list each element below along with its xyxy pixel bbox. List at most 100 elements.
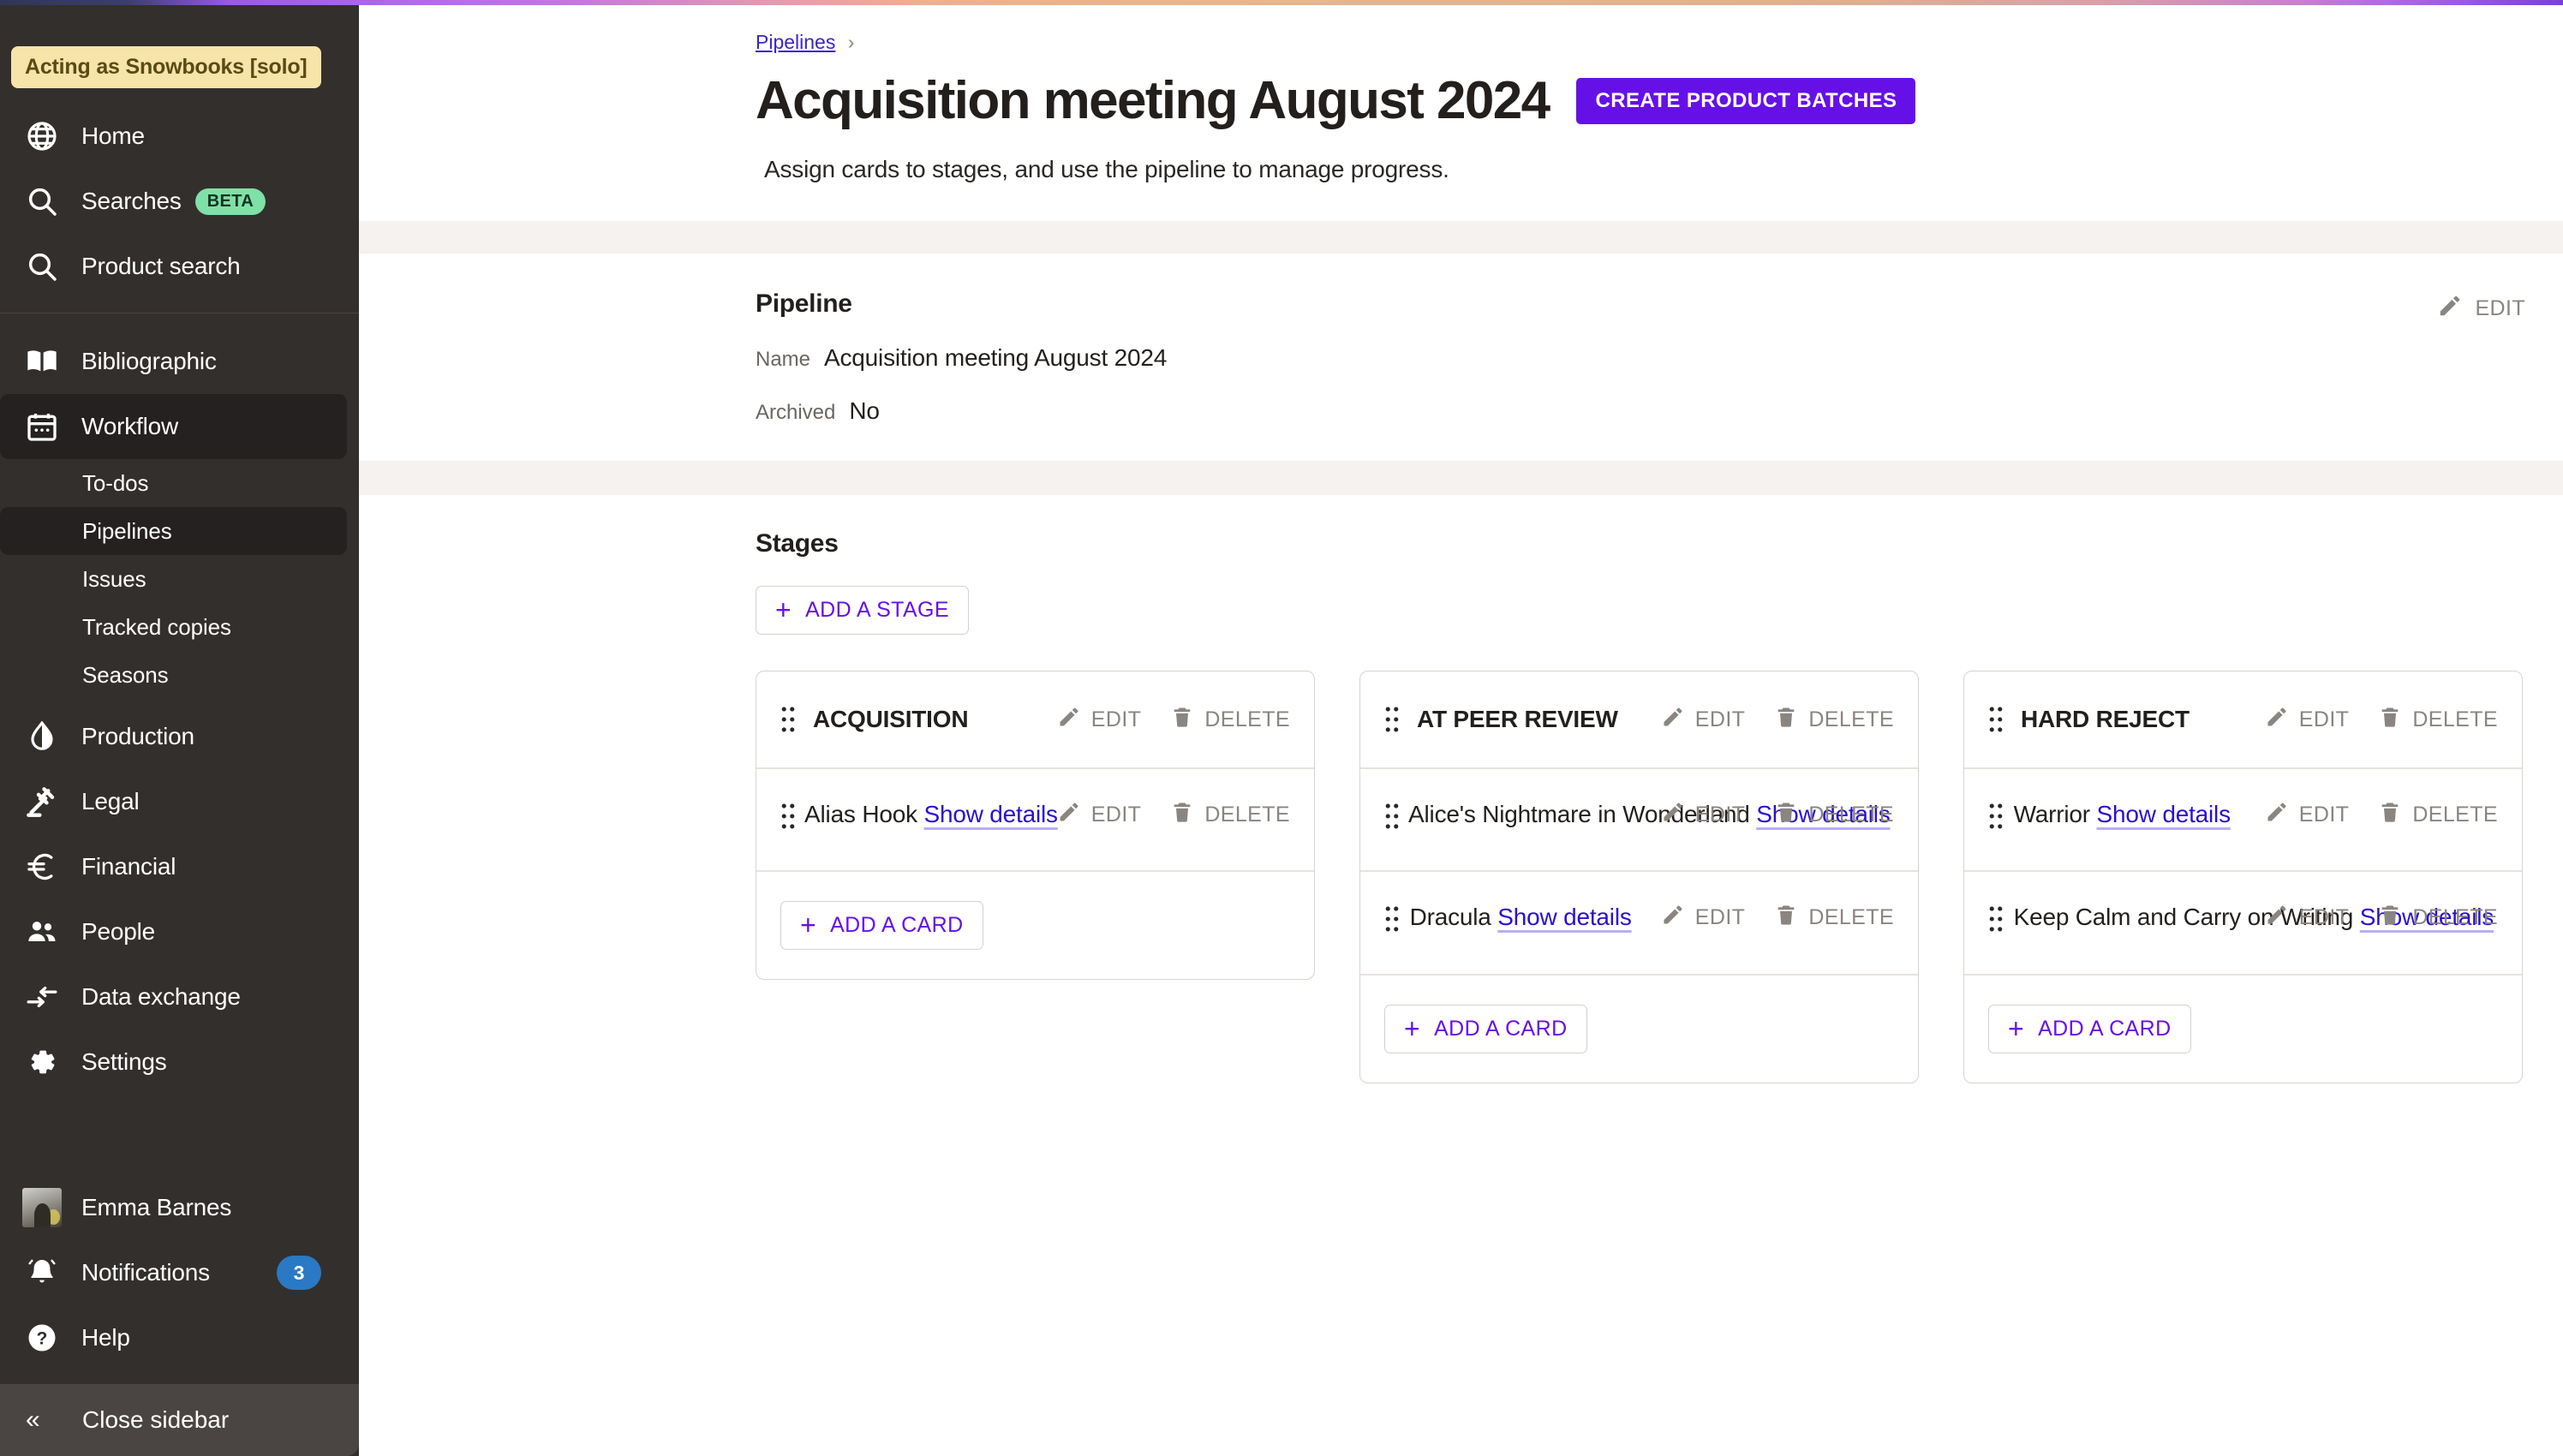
drag-handle-icon[interactable] — [780, 802, 796, 831]
stage-header: ACQUISITION EDIT DELETE — [780, 671, 1290, 767]
show-details-link[interactable]: Show details — [923, 801, 1058, 827]
show-details-link[interactable]: Show details — [1497, 904, 1632, 930]
card-actions: EDIT DELETE — [2265, 903, 2498, 933]
breadcrumb-link-pipelines[interactable]: Pipelines — [756, 31, 835, 53]
sidebar-item-workflow[interactable]: Workflow — [0, 394, 347, 459]
pencil-icon — [2265, 903, 2289, 933]
drag-handle-icon[interactable] — [1384, 904, 1400, 934]
sidebar-item-production[interactable]: Production — [0, 704, 347, 769]
stage-edit-button[interactable]: EDIT — [2265, 705, 2350, 735]
add-a-stage-button[interactable]: + ADD A STAGE — [756, 586, 969, 636]
drag-handle-icon[interactable] — [780, 705, 796, 734]
card-delete-button[interactable]: DELETE — [1774, 903, 1894, 933]
section-divider-band — [359, 221, 2563, 254]
stage-edit-label: EDIT — [1694, 707, 1746, 731]
drag-handle-icon[interactable] — [1384, 802, 1400, 831]
globe-icon — [22, 116, 62, 156]
calendar-icon — [22, 407, 62, 446]
card-delete-button[interactable]: DELETE — [2378, 800, 2498, 830]
sidebar-item-label: Production — [81, 723, 194, 749]
sidebar-item-bibliographic[interactable]: Bibliographic — [0, 329, 347, 394]
card-delete-button[interactable]: DELETE — [1774, 800, 1894, 830]
pipeline-edit-button[interactable]: EDIT — [2437, 293, 2525, 325]
show-details-link[interactable]: Show details — [2097, 801, 2231, 827]
card-edit-button[interactable]: EDIT — [1661, 903, 1746, 933]
plus-icon: + — [1404, 1012, 1421, 1044]
sidebar-subitem-to-dos[interactable]: To-dos — [0, 459, 347, 507]
create-product-batches-button[interactable]: CREATE PRODUCT BATCHES — [1576, 77, 1916, 124]
sidebar-subitem-tracked-copies[interactable]: Tracked copies — [0, 603, 347, 651]
stage-delete-button[interactable]: DELETE — [1170, 705, 1290, 735]
stage-actions: EDIT DELETE — [1661, 705, 1894, 735]
sidebar-item-notifications[interactable]: Notifications 3 — [0, 1240, 347, 1305]
sidebar-subitem-pipelines[interactable]: Pipelines — [0, 507, 347, 555]
book-icon — [22, 342, 62, 381]
gavel-icon — [22, 782, 62, 821]
pencil-icon — [1057, 705, 1081, 735]
stage-delete-button[interactable]: DELETE — [1774, 705, 1894, 735]
trash-icon — [1774, 903, 1798, 933]
card-delete-label: DELETE — [1204, 803, 1290, 827]
app-root: Acting as Snowbooks [solo] Home Searches… — [0, 0, 2563, 1456]
sidebar-item-searches[interactable]: Searches BETA — [0, 169, 347, 234]
sidebar-subitem-seasons[interactable]: Seasons — [0, 651, 347, 699]
stage-actions: EDIT DELETE — [1057, 705, 1290, 735]
pipeline-field-archived: Archived No — [756, 397, 2529, 425]
stage-edit-label: EDIT — [1090, 707, 1142, 731]
card-actions: EDIT DELETE — [1661, 800, 1894, 830]
drag-handle-icon[interactable] — [1988, 904, 2004, 934]
card-edit-button[interactable]: EDIT — [2265, 800, 2350, 830]
field-value: No — [849, 397, 880, 425]
sidebar-item-data-exchange[interactable]: Data exchange — [0, 964, 347, 1029]
sidebar-item-financial[interactable]: Financial — [0, 834, 347, 899]
trash-icon — [1774, 800, 1798, 830]
stage-edit-button[interactable]: EDIT — [1057, 705, 1142, 735]
pencil-icon — [2265, 705, 2289, 735]
sidebar-item-label: Financial — [81, 853, 176, 880]
sidebar-item-people[interactable]: People — [0, 899, 347, 964]
sidebar-subitem-issues[interactable]: Issues — [0, 555, 347, 603]
drag-handle-icon[interactable] — [1988, 802, 2004, 831]
card-delete-label: DELETE — [2412, 905, 2498, 930]
add-a-card-button[interactable]: + ADD A CARD — [780, 901, 983, 951]
stage-header: AT PEER REVIEW EDIT DELETE — [1384, 671, 1894, 767]
stage-delete-button[interactable]: DELETE — [2378, 705, 2498, 735]
sidebar-item-home[interactable]: Home — [0, 104, 347, 169]
stage-name: ACQUISITION — [813, 706, 969, 733]
add-card-row: + ADD A CARD — [1988, 976, 2498, 1083]
trash-icon — [1170, 800, 1194, 830]
sidebar-item-user[interactable]: Emma Barnes — [0, 1175, 359, 1240]
card-edit-button[interactable]: EDIT — [2265, 903, 2350, 933]
card-delete-label: DELETE — [1808, 803, 1894, 827]
search-icon — [22, 182, 62, 221]
drag-handle-icon[interactable] — [1988, 705, 2004, 734]
add-a-card-button[interactable]: + ADD A CARD — [1384, 1004, 1587, 1053]
sidebar-item-settings[interactable]: Settings — [0, 1029, 347, 1095]
trash-icon — [2378, 800, 2402, 830]
pipeline-edit-label: EDIT — [2475, 296, 2525, 321]
close-sidebar-button[interactable]: « Close sidebar — [0, 1384, 359, 1456]
pipeline-field-name: Name Acquisition meeting August 2024 — [756, 344, 2529, 372]
add-a-card-button[interactable]: + ADD A CARD — [1988, 1004, 2191, 1053]
stage-header: HARD REJECT EDIT DELETE — [1988, 671, 2498, 767]
card-edit-button[interactable]: EDIT — [1057, 800, 1142, 830]
sidebar-item-help[interactable]: ? Help — [0, 1305, 347, 1370]
card-title: Alias Hook — [804, 801, 917, 828]
main-content: Pipelines › Acquisition meeting August 2… — [359, 0, 2563, 1456]
card-delete-button[interactable]: DELETE — [1170, 800, 1290, 830]
sidebar-item-label: Home — [81, 122, 145, 149]
card-edit-button[interactable]: EDIT — [1661, 800, 1746, 830]
card-delete-button[interactable]: DELETE — [2378, 903, 2498, 933]
stage-edit-button[interactable]: EDIT — [1661, 705, 1746, 735]
sidebar-item-product-search[interactable]: Product search — [0, 234, 347, 299]
bell-icon — [22, 1253, 62, 1292]
pencil-icon — [2265, 800, 2289, 830]
pipeline-section: Pipeline EDIT Name Acquisition meeting A… — [359, 254, 2563, 425]
pipeline-card: EDIT DELETE — [780, 769, 1290, 870]
card-actions: EDIT DELETE — [1057, 800, 1290, 830]
top-gradient-bar — [0, 0, 2563, 5]
sidebar-item-legal[interactable]: Legal — [0, 769, 347, 834]
drag-handle-icon[interactable] — [1384, 705, 1400, 734]
sidebar-user-nav: Emma Barnes Notifications 3 ? Help — [0, 1160, 359, 1384]
stage-delete-label: DELETE — [2412, 707, 2498, 731]
